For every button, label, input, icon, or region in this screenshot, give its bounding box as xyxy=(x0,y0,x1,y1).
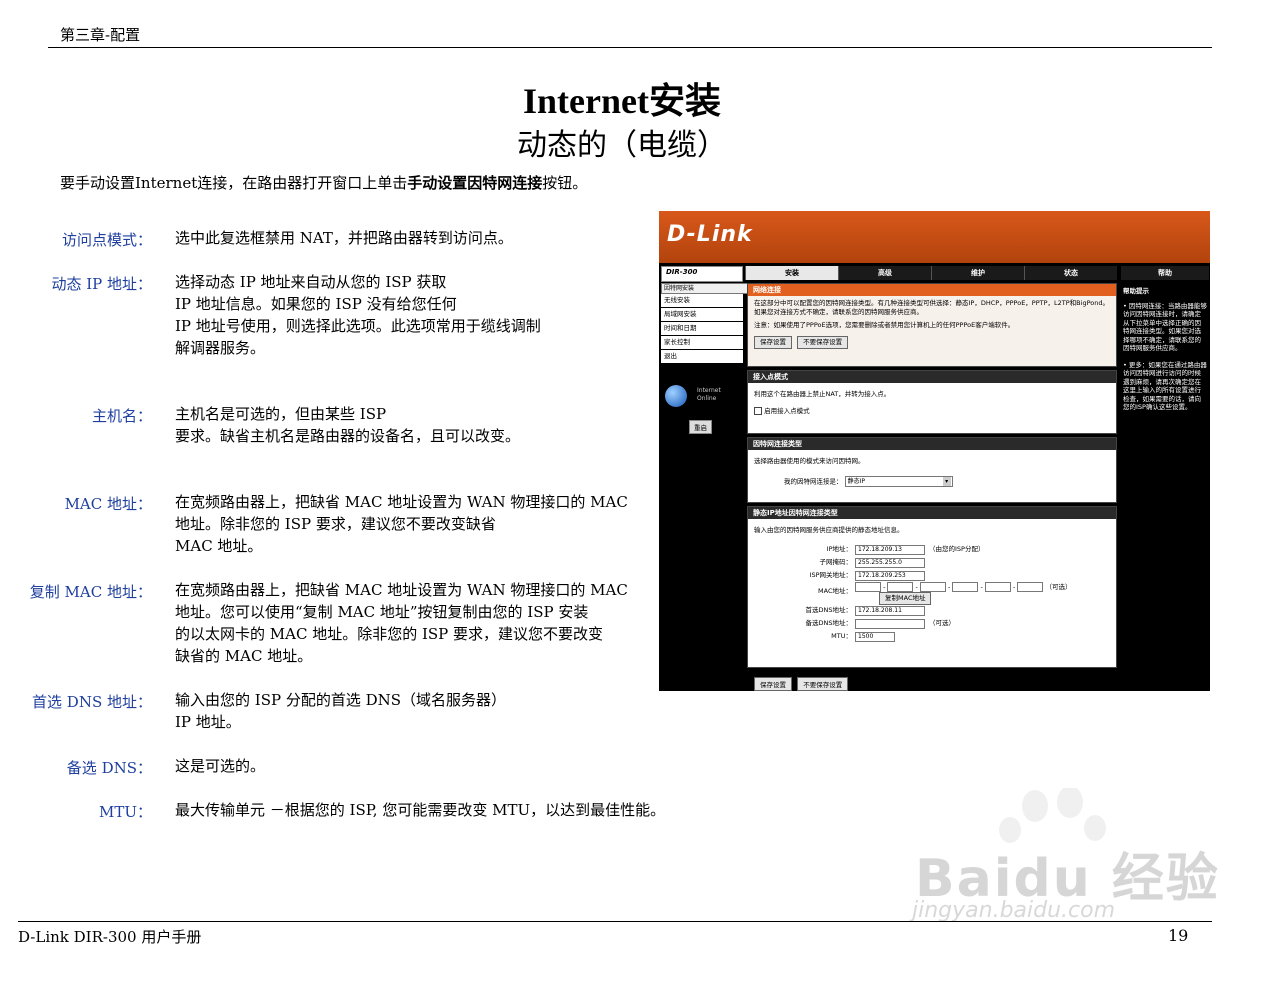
term-hostname: 主机名： xyxy=(91,407,152,425)
panel-title: 因特网连接类型 xyxy=(748,438,1116,450)
router-banner: D-Link xyxy=(659,211,1210,263)
dns1-input[interactable]: 172.18.208.11 xyxy=(855,605,925,616)
desc-dynamic-ip: 选择动态 IP 地址来自动从您的 ISP 获取 IP 地址信息。如果您的 ISP… xyxy=(175,273,541,357)
nav-time-date[interactable]: 时间和日期 xyxy=(661,322,743,336)
mac-label: MAC地址： xyxy=(818,587,852,595)
desc-secondary-dns: 这是可选的。 xyxy=(175,757,266,775)
help-column: 帮助提示 • 因特网连接：当路由器能够访问因特网连接时，请确定从下拉菜单中选择正… xyxy=(1121,283,1209,420)
panel-title: 接入点模式 xyxy=(748,371,1116,383)
intro-post: 按钮。 xyxy=(542,174,588,192)
help-title: 帮助提示 xyxy=(1123,287,1149,295)
dns2-note: （可选） xyxy=(929,619,955,627)
term-dynamic-ip: 动态 IP 地址： xyxy=(51,275,152,293)
tab-status[interactable]: 状态 xyxy=(1024,266,1117,280)
intro-paragraph: 要手动设置Internet连接，在路由器打开窗口上单击手动设置因特网连接按钮。 xyxy=(60,172,587,193)
intro-bold: 手动设置因特网连接 xyxy=(407,174,543,192)
panel-network-connection: 网络连接 在这部分中可以配置您的因特网连接类型。有几种连接类型可供选择：静态IP… xyxy=(747,283,1117,367)
dont-save-button[interactable]: 不要保存设置 xyxy=(797,336,849,349)
help-tip-1: • 因特网连接：当路由器能够访问因特网连接时，请确定从下拉菜单中选择正确的因特网… xyxy=(1123,301,1207,353)
panel-text: 输入由您的因特网服务供应商提供的静态地址信息。 xyxy=(754,526,904,534)
term-mtu: MTU： xyxy=(98,803,152,821)
nav-lan-setup[interactable]: 局域网安装 xyxy=(661,308,743,322)
gateway-input[interactable]: 172.18.209.253 xyxy=(855,570,925,581)
model-label: DIR-300 xyxy=(666,268,698,276)
panel-static-ip: 静态IP地址因特网连接类型 输入由您的因特网服务供应商提供的静态地址信息。 IP… xyxy=(747,506,1117,668)
desc-mtu: 最大传输单元 －根据您的 ISP, 您可能需要改变 MTU，以达到最佳性能。 xyxy=(175,801,666,819)
intro-pre: 要手动设置Internet连接，在路由器打开窗口上单击 xyxy=(60,174,408,192)
mac-note: （可选） xyxy=(1045,583,1072,591)
page-subtitle: 动态的（电缆） xyxy=(517,128,727,163)
router-tabs: 安装 高级 维护 状态 xyxy=(745,266,1117,280)
footer-rule xyxy=(18,921,1212,922)
nav-wireless-setup[interactable]: 无线安装 xyxy=(661,294,743,308)
mac-octet-4[interactable] xyxy=(952,582,979,592)
internet-online-text: Internet Online xyxy=(697,387,721,402)
panel-access-point: 接入点模式 利用这个在路由器上禁止NAT，并转为接入点。 启用接入点模式 xyxy=(747,370,1117,434)
mtu-label: MTU： xyxy=(831,632,852,640)
model-box: DIR-300 xyxy=(661,266,743,282)
bottom-dont-save-button[interactable]: 不要保存设置 xyxy=(797,677,849,691)
help-tip-2: • 更多：如果您在通过路由器访问因特网进行访问的时候遇到麻烦，请再次确定您在这里… xyxy=(1123,360,1207,412)
nav-parental-control[interactable]: 家长控制 xyxy=(661,336,743,350)
watermark-url: jingyan.baidu.com xyxy=(912,898,1116,923)
dlink-logo: D-Link xyxy=(667,222,753,247)
ip-label: IP地址： xyxy=(826,545,852,553)
mask-label: 子网掩码： xyxy=(819,558,853,566)
page-number: 19 xyxy=(1168,926,1189,945)
panel-text: 利用这个在路由器上禁止NAT，并转为接入点。 xyxy=(754,390,891,398)
dns1-label: 首选DNS地址： xyxy=(805,606,853,614)
dns2-input[interactable] xyxy=(855,618,925,629)
ip-input[interactable]: 172.18.209.13 xyxy=(855,544,925,555)
mac-octet-5[interactable] xyxy=(984,582,1011,592)
header-rule xyxy=(48,47,1212,48)
internet-globe-icon xyxy=(665,385,687,407)
ip-note: （由您的ISP分配） xyxy=(929,545,985,553)
panel-title: 静态IP地址因特网连接类型 xyxy=(748,507,1116,519)
desc-hostname: 主机名是可选的，但由某些 ISP 要求。缺省主机名是路由器的设备名，且可以改变。 xyxy=(175,405,521,445)
save-settings-button[interactable]: 保存设置 xyxy=(754,336,792,349)
dns2-label: 备选DNS地址： xyxy=(805,619,853,627)
checkbox-label: 启用接入点模式 xyxy=(764,407,810,415)
panel-text: 选择路由器使用的模式来访问因特网。 xyxy=(754,457,865,465)
mask-input[interactable]: 255.255.255.0 xyxy=(855,557,925,568)
desc-mac: 在宽频路由器上，把缺省 MAC 地址设置为 WAN 物理接口的 MAC 地址。除… xyxy=(175,493,628,555)
term-access-point: 访问点模式： xyxy=(61,231,152,249)
chapter-header: 第三章-配置 xyxy=(60,26,141,44)
bottom-save-button[interactable]: 保存设置 xyxy=(754,677,792,691)
reboot-button[interactable]: 重启 xyxy=(689,420,712,434)
mac-octet-3[interactable] xyxy=(919,582,946,592)
router-sidebar: 因特网安装 无线安装 局域网安装 时间和日期 家长控制 退出 xyxy=(661,283,769,364)
panel-connection-type: 因特网连接类型 选择路由器使用的模式来访问因特网。 我的因特网连接是： 静态IP xyxy=(747,437,1117,503)
mtu-input[interactable]: 1500 xyxy=(855,631,895,642)
footer-manual-title: D-Link DIR-300 用户手册 xyxy=(18,928,202,946)
connection-type-select[interactable]: 静态IP xyxy=(844,476,953,487)
term-clone-mac: 复制 MAC 地址： xyxy=(29,583,152,601)
term-primary-dns: 首选 DNS 地址： xyxy=(32,693,152,711)
connection-type-label: 我的因特网连接是： xyxy=(784,477,843,486)
desc-primary-dns: 输入由您的 ISP 分配的首选 DNS（域名服务器） IP 地址。 xyxy=(175,691,507,731)
gateway-label: ISP网关地址： xyxy=(809,571,852,579)
page-title: Internet安装 xyxy=(523,81,721,121)
access-point-checkbox[interactable] xyxy=(754,407,762,415)
tab-setup[interactable]: 安装 xyxy=(745,266,838,280)
desc-access-point: 选中此复选框禁用 NAT，并把路由器转到访问点。 xyxy=(175,229,513,247)
clone-mac-button[interactable]: 复制MAC地址 xyxy=(879,592,932,605)
mac-octet-1[interactable] xyxy=(855,582,881,592)
term-secondary-dns: 备选 DNS： xyxy=(66,759,152,777)
term-mac: MAC 地址： xyxy=(64,495,152,513)
tab-maintenance[interactable]: 维护 xyxy=(931,266,1024,280)
tab-help[interactable]: 帮助 xyxy=(1121,266,1209,280)
panel-text: 在这部分中可以配置您的因特网连接类型。有几种连接类型可供选择：静态IP，DHCP… xyxy=(754,299,1109,316)
mac-octet-2[interactable] xyxy=(887,582,914,592)
desc-clone-mac: 在宽频路由器上，把缺省 MAC 地址设置为 WAN 物理接口的 MAC 地址。您… xyxy=(175,581,628,665)
nav-logout[interactable]: 退出 xyxy=(661,350,743,364)
tab-advanced[interactable]: 高级 xyxy=(838,266,931,280)
mac-octet-6[interactable] xyxy=(1017,582,1044,592)
router-screenshot: D-Link DIR-300 安装 高级 维护 状态 帮助 因特网安装 无线安装… xyxy=(659,211,1210,691)
panel-title: 网络连接 xyxy=(748,284,1116,296)
panel-note: 注意：如果使用了PPPoE选项，您需要删除或者禁用您计算机上的任何PPPoE客户… xyxy=(754,321,1015,329)
bottom-buttons: 保存设置 不要保存设置 xyxy=(754,677,851,691)
